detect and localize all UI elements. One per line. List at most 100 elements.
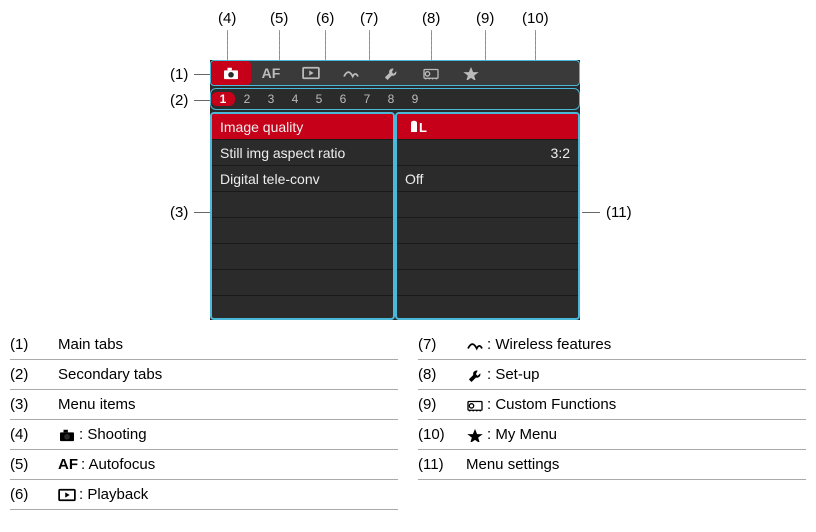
legend-row: (6): Playback [10, 480, 398, 510]
menu-item-empty [212, 244, 393, 270]
star-icon [466, 428, 484, 442]
legend-row: (9): Custom Functions [418, 390, 806, 420]
sec-tab-3[interactable]: 3 [259, 92, 283, 106]
menu-item-empty [212, 270, 393, 296]
tab-af[interactable]: AF [251, 61, 291, 85]
tab-af-label: AF [262, 65, 281, 81]
callout-6: (6) [316, 10, 334, 27]
menu-item-label: Image quality [220, 119, 303, 135]
legend-text: : Custom Functions [466, 396, 616, 413]
custom-icon [422, 66, 440, 80]
sec-tab-4[interactable]: 4 [283, 92, 307, 106]
star-icon [462, 66, 480, 80]
menu-body: Image quality Still img aspect ratio Dig… [210, 112, 580, 320]
play-icon [302, 66, 320, 80]
tab-mymenu[interactable] [451, 61, 491, 85]
camera-menu-screen: AF 1 2 3 4 5 6 7 8 9 Image quality Still… [210, 60, 580, 320]
callout-8: (8) [422, 10, 440, 27]
sec-tab-6[interactable]: 6 [331, 92, 355, 106]
callout-3: (3) [170, 204, 214, 221]
menu-item-image-quality[interactable]: Image quality [212, 114, 393, 140]
sec-tab-7[interactable]: 7 [355, 92, 379, 106]
tab-shooting[interactable] [211, 61, 251, 85]
legend-num: (11) [418, 456, 466, 473]
tab-playback[interactable] [291, 61, 331, 85]
menu-value-image-quality[interactable] [397, 114, 578, 140]
legend-num: (10) [418, 426, 466, 443]
legend-row: (11)Menu settings [418, 450, 806, 480]
legend-table: (1)Main tabs (2)Secondary tabs (3)Menu i… [10, 330, 806, 510]
legend-num: (5) [10, 456, 58, 473]
play-icon [58, 488, 76, 502]
quality-l-icon [405, 119, 433, 135]
menu-value-empty [397, 296, 578, 320]
callout-5: (5) [270, 10, 288, 27]
callout-9: (9) [476, 10, 494, 27]
legend-num: (4) [10, 426, 58, 443]
legend-row: (1)Main tabs [10, 330, 398, 360]
legend-text: : My Menu [466, 426, 557, 443]
tab-wireless[interactable] [331, 61, 371, 85]
legend-row: (8): Set-up [418, 360, 806, 390]
legend-text: Secondary tabs [58, 366, 162, 383]
sec-tab-1[interactable]: 1 [211, 92, 235, 106]
legend-text: Menu items [58, 396, 136, 413]
wireless-icon [466, 338, 484, 352]
menu-value-empty [397, 270, 578, 296]
menu-value-empty [397, 218, 578, 244]
legend-text: AF: Autofocus [58, 456, 155, 473]
legend-num: (1) [10, 336, 58, 353]
legend-row: (10): My Menu [418, 420, 806, 450]
menu-item-tele-conv[interactable]: Digital tele-conv [212, 166, 393, 192]
menu-item-empty [212, 218, 393, 244]
legend-row: (5)AF: Autofocus [10, 450, 398, 480]
sec-tab-5[interactable]: 5 [307, 92, 331, 106]
secondary-tabs-bar: 1 2 3 4 5 6 7 8 9 [210, 88, 580, 110]
legend-row: (2)Secondary tabs [10, 360, 398, 390]
legend-text: : Shooting [58, 426, 147, 443]
legend-num: (7) [418, 336, 466, 353]
custom-icon [466, 398, 484, 412]
legend-af-label: AF [58, 456, 78, 473]
legend-col-right: (7): Wireless features (8): Set-up (9): … [418, 330, 806, 510]
main-tabs-bar: AF [210, 60, 580, 86]
legend-text: : Playback [58, 486, 148, 503]
legend-row: (7): Wireless features [418, 330, 806, 360]
tab-custom[interactable] [411, 61, 451, 85]
menu-item-label: Digital tele-conv [220, 171, 320, 187]
legend-row: (3)Menu items [10, 390, 398, 420]
legend-num: (2) [10, 366, 58, 383]
menu-value-label: 3:2 [551, 145, 570, 161]
callout-2: (2) [170, 92, 214, 109]
legend-text: : Set-up [466, 366, 540, 383]
menu-items-column: Image quality Still img aspect ratio Dig… [210, 112, 395, 320]
menu-value-tele-conv[interactable]: Off [397, 166, 578, 192]
legend-text: Main tabs [58, 336, 123, 353]
menu-value-aspect-ratio[interactable]: 3:2 [397, 140, 578, 166]
legend-num: (6) [10, 486, 58, 503]
callout-10: (10) [522, 10, 549, 27]
menu-item-aspect-ratio[interactable]: Still img aspect ratio [212, 140, 393, 166]
wrench-icon [466, 368, 484, 382]
legend-num: (3) [10, 396, 58, 413]
tab-setup[interactable] [371, 61, 411, 85]
menu-item-label: Still img aspect ratio [220, 145, 345, 161]
legend-row: (4): Shooting [10, 420, 398, 450]
sec-tab-2[interactable]: 2 [235, 92, 259, 106]
camera-icon [58, 428, 76, 442]
menu-value-empty [397, 192, 578, 218]
camera-icon [222, 66, 240, 80]
wrench-icon [382, 66, 400, 80]
callout-1: (1) [170, 66, 214, 83]
callout-11: (11) [582, 204, 632, 221]
legend-col-left: (1)Main tabs (2)Secondary tabs (3)Menu i… [10, 330, 398, 510]
sec-tab-8[interactable]: 8 [379, 92, 403, 106]
menu-value-label: Off [405, 171, 423, 187]
wireless-icon [342, 66, 360, 80]
legend-num: (8) [418, 366, 466, 383]
legend-text: Menu settings [466, 456, 559, 473]
legend-num: (9) [418, 396, 466, 413]
menu-settings-column: 3:2 Off [395, 112, 580, 320]
callout-7: (7) [360, 10, 378, 27]
sec-tab-9[interactable]: 9 [403, 92, 427, 106]
